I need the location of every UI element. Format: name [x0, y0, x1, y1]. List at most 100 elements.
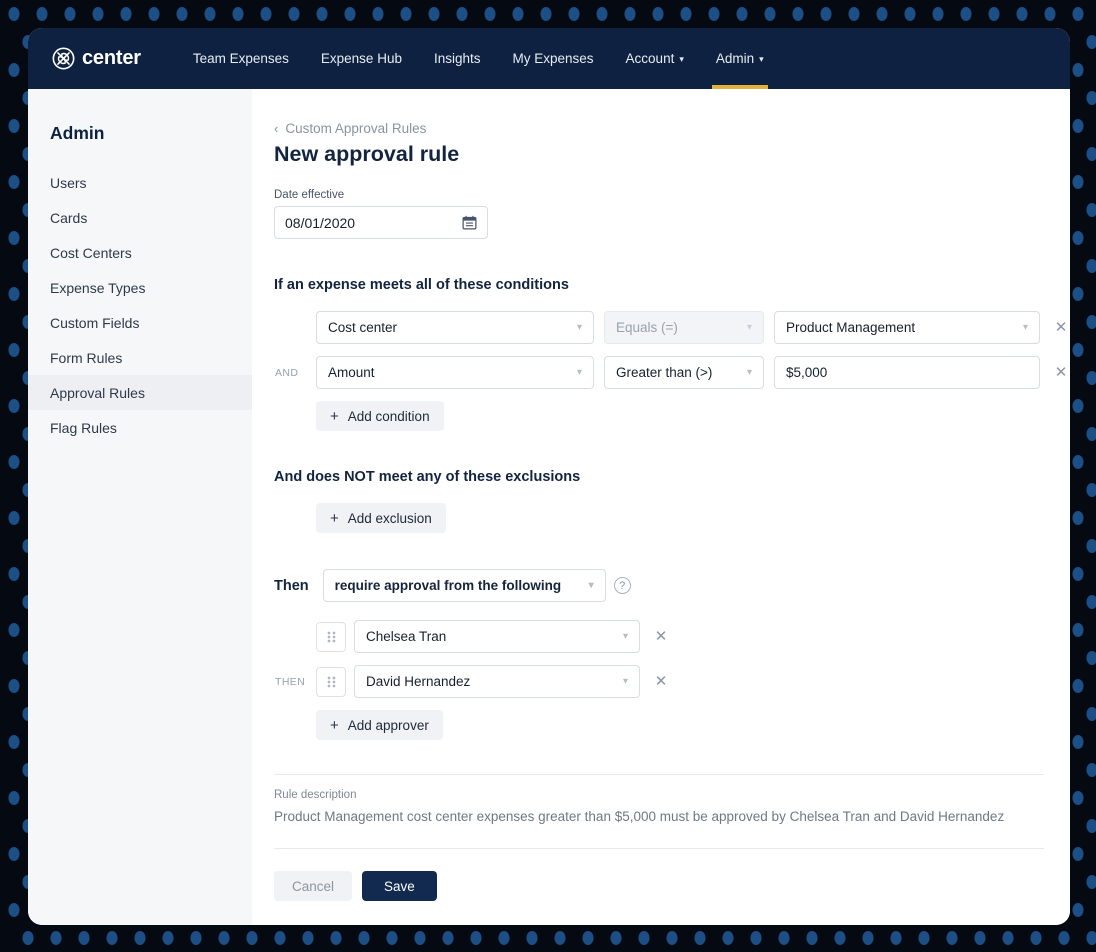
approver-select[interactable]: Chelsea Tran ▾ [354, 620, 640, 653]
plus-icon: + [330, 716, 339, 734]
condition-value-select[interactable]: Product Management ▾ [774, 311, 1040, 344]
help-circle-icon[interactable]: ? [613, 577, 631, 594]
sidebar-item-custom-fields[interactable]: Custom Fields [28, 305, 252, 340]
center-logo-icon [52, 47, 75, 70]
date-effective-label: Date effective [274, 189, 345, 201]
nav-item-label: Account [625, 51, 675, 66]
save-button[interactable]: Save [362, 871, 437, 901]
nav-item-team-expenses[interactable]: Team Expenses [177, 28, 305, 89]
condition-value: $5,000 [786, 365, 828, 380]
app-body: Admin Users Cards Cost Centers Expense Type… [28, 89, 1070, 925]
condition-field-select[interactable]: Amount ▾ [316, 356, 594, 389]
then-label: Then [274, 577, 309, 594]
nav-item-admin[interactable]: Admin ▾ [700, 28, 780, 89]
add-exclusion-button[interactable]: + Add exclusion [316, 503, 446, 533]
form-footer: Cancel Save [274, 848, 1044, 901]
then-action-row: Then require approval from the following… [274, 569, 1044, 602]
top-nav-items: Team Expenses Expense Hub Insights My Expen… [177, 28, 780, 89]
approver-row: Chelsea Tran ▾ ✕ [274, 620, 1044, 653]
date-effective-value: 08/01/2020 [285, 214, 356, 231]
drag-handle-icon[interactable] [316, 621, 346, 652]
chevron-down-icon: ▾ [622, 631, 628, 642]
condition-operator-select[interactable]: Greater than (>) ▾ [604, 356, 764, 389]
remove-condition-icon[interactable]: ✕ [1050, 317, 1070, 339]
cancel-button[interactable]: Cancel [274, 871, 353, 901]
nav-item-label: Insights [433, 51, 481, 66]
page-title: New approval rule [274, 142, 460, 166]
nav-item-expense-hub[interactable]: Expense Hub [305, 28, 418, 89]
plus-icon: + [330, 509, 339, 527]
rule-description-text: Product Management cost center expenses … [274, 809, 1005, 824]
drag-handle-icon[interactable] [316, 666, 346, 697]
top-navigation-bar: center Team Expenses Expense Hub Insights M… [28, 28, 1070, 89]
chevron-down-icon: ▾ [588, 580, 594, 591]
breadcrumb[interactable]: ‹ Custom Approval Rules [274, 121, 1044, 136]
then-action-select[interactable]: require approval from the following ▾ [322, 569, 606, 602]
nav-item-account[interactable]: Account ▾ [610, 28, 700, 89]
chevron-down-icon: ▾ [1022, 322, 1028, 333]
add-approver-button[interactable]: + Add approver [316, 710, 443, 740]
sidebar-item-label: Cards [50, 209, 88, 226]
brand-logo[interactable]: center [52, 47, 141, 70]
sidebar-item-users[interactable]: Users [28, 165, 252, 200]
sidebar-item-form-rules[interactable]: Form Rules [28, 340, 252, 375]
sidebar-item-label: Custom Fields [50, 314, 140, 331]
rule-description-block: Rule description Product Management cost… [274, 774, 1044, 824]
approver-row: THEN David Hernandez ▾ ✕ [274, 665, 1044, 698]
sidebar-item-list: Users Cards Cost Centers Expense Types Custo… [28, 165, 252, 445]
help-glyph: ? [619, 579, 626, 592]
date-effective-input[interactable]: 08/01/2020 [274, 206, 488, 239]
chevron-left-icon: ‹ [274, 121, 279, 136]
condition-field-value: Amount [328, 365, 375, 380]
rule-description-label: Rule description [274, 789, 357, 801]
condition-field-value: Cost center [328, 320, 398, 335]
exclusions-heading: And does NOT meet any of these exclusion… [274, 469, 581, 485]
plus-icon: + [330, 407, 339, 425]
chevron-down-icon: ▾ [746, 367, 752, 378]
chevron-down-icon: ▾ [746, 322, 752, 333]
brand-name: center [82, 47, 141, 69]
condition-row: AND Amount ▾ Greater than (>) ▾ $5,000 ✕ [274, 356, 1067, 389]
condition-operator-value: Greater than (>) [616, 365, 713, 380]
add-approver-label: Add approver [347, 717, 429, 733]
conditions-heading: If an expense meets all of these conditi… [274, 277, 569, 293]
approver-row-list: Chelsea Tran ▾ ✕ THEN David Hernandez ▾ ✕ [274, 620, 1044, 698]
remove-approver-icon[interactable]: ✕ [650, 671, 672, 693]
calendar-icon[interactable] [462, 215, 477, 230]
approver-select[interactable]: David Hernandez ▾ [354, 665, 640, 698]
sidebar-item-label: Users [50, 174, 87, 191]
app-window: center Team Expenses Expense Hub Insights M… [28, 28, 1070, 925]
condition-operator-value: Equals (=) [616, 320, 678, 335]
sidebar-item-expense-types[interactable]: Expense Types [28, 270, 252, 305]
sidebar-item-cards[interactable]: Cards [28, 200, 252, 235]
add-exclusion-label: Add exclusion [347, 510, 432, 526]
chevron-down-icon: ▾ [679, 54, 684, 64]
then-action-value: require approval from the following [334, 578, 562, 593]
nav-item-label: Admin [715, 51, 755, 66]
approver-name: David Hernandez [366, 674, 471, 689]
sidebar-item-approval-rules[interactable]: Approval Rules [28, 375, 252, 410]
nav-item-label: My Expenses [512, 51, 594, 66]
condition-row-list: Cost center ▾ Equals (=) ▾ Product Managemen… [274, 311, 1067, 389]
condition-conjunction-label: AND [275, 366, 299, 379]
sidebar-item-cost-centers[interactable]: Cost Centers [28, 235, 252, 270]
condition-field-select[interactable]: Cost center ▾ [316, 311, 594, 344]
condition-value-input[interactable]: $5,000 [774, 356, 1040, 389]
chevron-down-icon: ▾ [576, 322, 582, 333]
sidebar-item-label: Flag Rules [50, 419, 117, 436]
admin-sidebar: Admin Users Cards Cost Centers Expense Type… [28, 89, 252, 925]
sidebar-item-flag-rules[interactable]: Flag Rules [28, 410, 252, 445]
chevron-down-icon: ▾ [622, 676, 628, 687]
condition-value: Product Management [786, 320, 916, 335]
breadcrumb-label: Custom Approval Rules [285, 121, 427, 136]
approver-name: Chelsea Tran [366, 629, 447, 644]
remove-condition-icon[interactable]: ✕ [1050, 362, 1070, 384]
nav-item-label: Expense Hub [320, 51, 402, 66]
add-condition-button[interactable]: + Add condition [316, 401, 444, 431]
remove-approver-icon[interactable]: ✕ [650, 626, 672, 648]
approver-conjunction-label: THEN [275, 675, 306, 688]
nav-item-insights[interactable]: Insights [418, 28, 497, 89]
nav-item-my-expenses[interactable]: My Expenses [497, 28, 610, 89]
condition-row: Cost center ▾ Equals (=) ▾ Product Managemen… [274, 311, 1067, 344]
sidebar-item-label: Approval Rules [50, 384, 145, 401]
